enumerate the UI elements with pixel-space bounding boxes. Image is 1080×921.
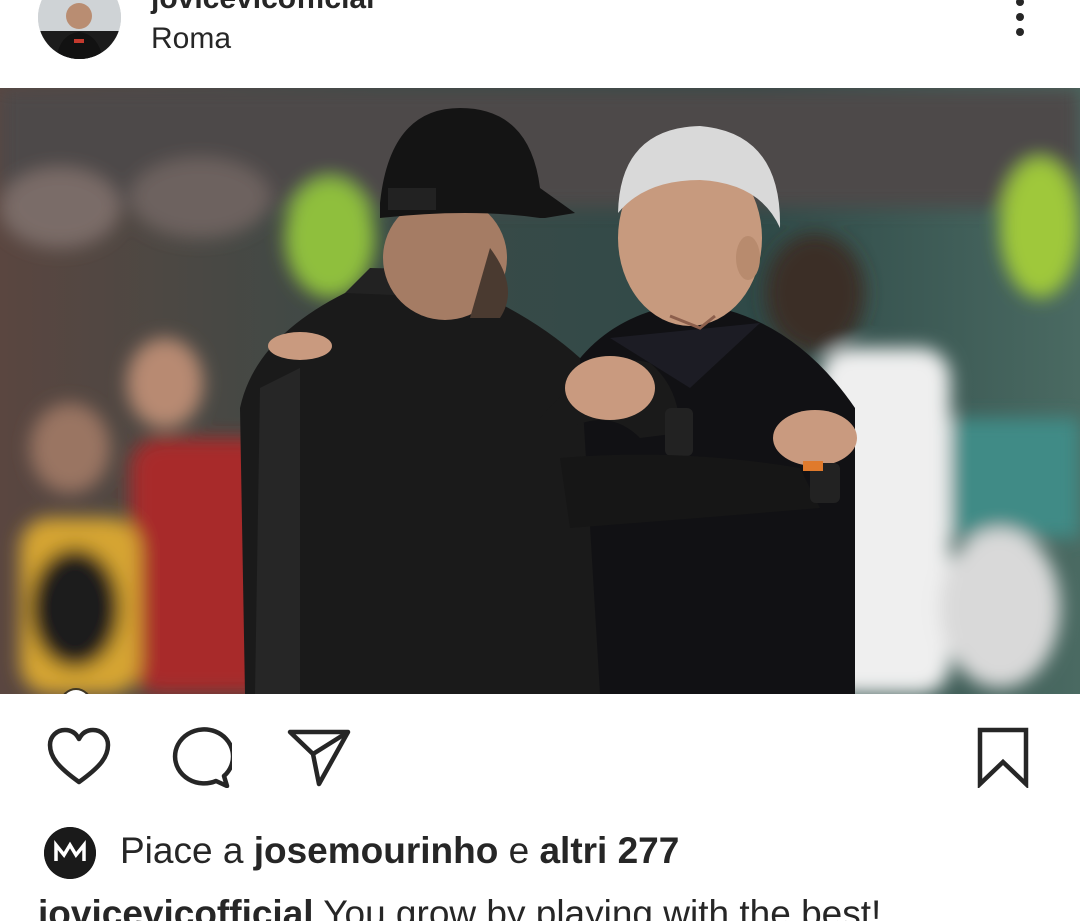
instagram-post: jovicevicofficial Roma xyxy=(0,0,1080,921)
likes-prefix: Piace a xyxy=(120,830,244,871)
post-action-bar xyxy=(0,720,1080,792)
likes-text: Piace a josemourinho e altri 277 xyxy=(120,830,679,872)
comment-icon xyxy=(172,727,232,788)
more-options-button[interactable] xyxy=(1000,0,1040,42)
send-icon xyxy=(287,729,351,787)
caption-username[interactable]: jovicevicofficial xyxy=(38,893,314,921)
share-button[interactable] xyxy=(286,726,352,788)
liker-avatar[interactable] xyxy=(44,827,96,879)
caption-text: You grow by playing with the best! xyxy=(323,893,882,921)
author-username[interactable]: jovicevicofficial xyxy=(151,0,374,16)
person-tag-icon xyxy=(66,690,86,694)
heart-icon xyxy=(47,727,111,785)
tagged-users-button[interactable] xyxy=(60,688,92,694)
photo-scene xyxy=(0,88,1080,694)
author-avatar-image xyxy=(38,0,121,59)
more-dot-icon xyxy=(1016,0,1024,6)
likes-count[interactable]: altri 277 xyxy=(539,830,679,871)
post-photo[interactable] xyxy=(0,88,1080,694)
more-dot-icon xyxy=(1016,28,1024,36)
liker-logo-icon xyxy=(44,827,96,879)
likes-summary: Piace a josemourinho e altri 277 xyxy=(0,822,1080,882)
more-dot-icon xyxy=(1016,13,1024,21)
caption: jovicevicofficial You grow by playing wi… xyxy=(38,893,881,921)
author-avatar[interactable] xyxy=(38,0,121,59)
save-button[interactable] xyxy=(970,726,1036,788)
bookmark-icon xyxy=(977,727,1029,788)
comment-button[interactable] xyxy=(166,726,232,788)
first-liker-username[interactable]: josemourinho xyxy=(254,830,499,871)
post-header: jovicevicofficial Roma xyxy=(0,0,1080,88)
likes-conjunction: e xyxy=(508,830,530,871)
like-button[interactable] xyxy=(46,726,112,788)
post-location[interactable]: Roma xyxy=(151,22,231,56)
